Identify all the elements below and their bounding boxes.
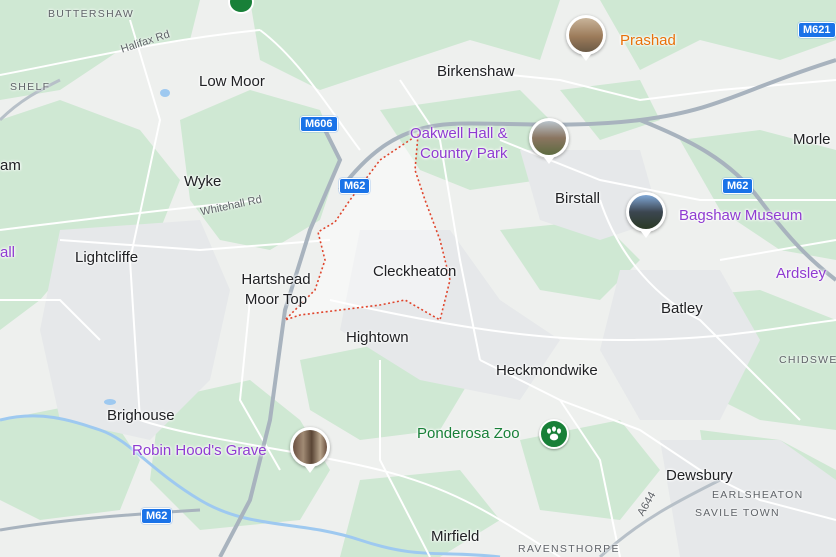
place-earlsheaton: EARLSHEATON xyxy=(712,489,804,501)
place-cleckheaton: Cleckheaton xyxy=(373,263,457,280)
ponderosa-zoo-pin[interactable] xyxy=(539,419,569,449)
place-buttershaw: BUTTERSHAW xyxy=(48,8,135,20)
bagshaw-museum-pin[interactable] xyxy=(626,192,666,238)
place-brighouse: Brighouse xyxy=(107,407,175,424)
map-canvas[interactable]: Halifax Rd Whitehall Rd A644 M606 M62 M6… xyxy=(0,0,836,557)
m62-shield-north: M62 xyxy=(339,178,371,194)
prashad-label[interactable]: Prashad xyxy=(620,32,676,49)
oakwell-hall-label-line1: Oakwell Hall & xyxy=(410,125,508,142)
place-left-edge-all: all xyxy=(0,244,16,261)
ardsley-label[interactable]: Ardsley xyxy=(776,265,826,282)
oakwell-hall-pin[interactable] xyxy=(529,118,569,164)
m606-shield: M606 xyxy=(300,116,338,132)
place-ravensthorpe: RAVENSTHORPE xyxy=(518,543,620,555)
robin-hoods-grave-label[interactable]: Robin Hood's Grave xyxy=(132,442,267,459)
bagshaw-museum-photo-thumbnail xyxy=(629,195,663,229)
m62-shield-south: M62 xyxy=(141,508,173,524)
place-savile-town: SAVILE TOWN xyxy=(695,507,780,519)
m62-shield-east: M62 xyxy=(722,178,754,194)
place-heckmondwike: Heckmondwike xyxy=(496,362,598,379)
bagshaw-museum-label[interactable]: Bagshaw Museum xyxy=(679,207,802,224)
place-birstall: Birstall xyxy=(555,190,601,207)
place-mirfield: Mirfield xyxy=(431,528,480,545)
prashad-photo-thumbnail xyxy=(569,18,603,52)
paw-icon xyxy=(547,426,561,441)
oakwell-hall-label[interactable]: Oakwell Hall & Country Park xyxy=(410,124,508,164)
place-birkenshaw: Birkenshaw xyxy=(437,63,515,80)
place-hartshead-moor-top: Hartshead Moor Top xyxy=(241,271,311,308)
place-shelf: SHELF xyxy=(10,81,51,93)
place-batley: Batley xyxy=(661,300,703,317)
oakwell-hall-label-line2: Country Park xyxy=(420,145,508,162)
robin-hoods-grave-photo-thumbnail xyxy=(293,430,327,464)
oakwell-hall-photo-thumbnail xyxy=(532,121,566,155)
place-dewsbury: Dewsbury xyxy=(666,467,733,484)
place-hightown: Hightown xyxy=(346,329,409,346)
robin-hoods-grave-pin[interactable] xyxy=(290,427,330,473)
place-left-edge-am: am xyxy=(0,157,21,174)
place-chidswell: CHIDSWEL xyxy=(779,354,836,366)
place-morley: Morle xyxy=(793,131,831,148)
place-lightcliffe: Lightcliffe xyxy=(75,249,139,266)
place-wyke: Wyke xyxy=(184,173,222,190)
place-low-moor: Low Moor xyxy=(199,73,265,90)
prashad-pin[interactable] xyxy=(566,15,606,61)
ponderosa-zoo-label[interactable]: Ponderosa Zoo xyxy=(417,425,520,442)
m621-shield: M621 xyxy=(798,22,836,38)
